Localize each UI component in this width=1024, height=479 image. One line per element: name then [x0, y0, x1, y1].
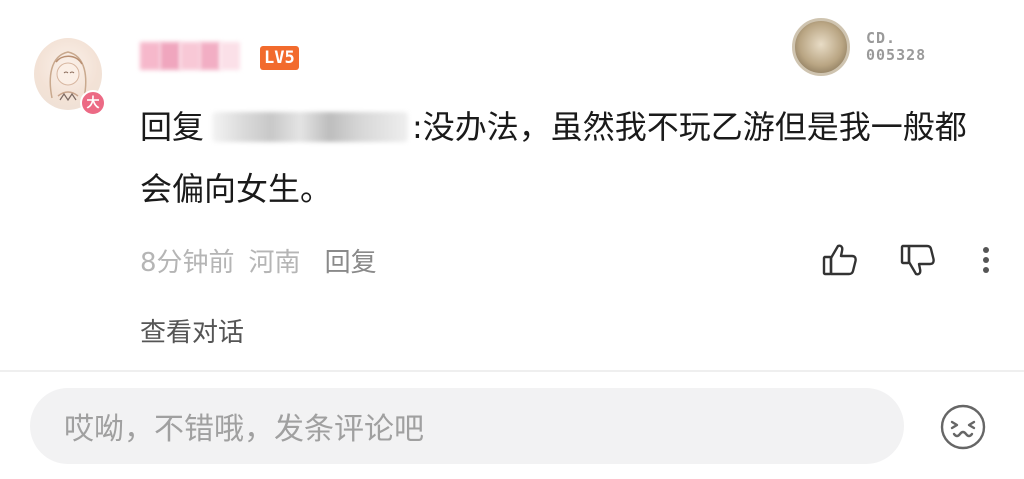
view-conversation-link[interactable]: 查看对话 — [140, 312, 244, 349]
comment-input-placeholder: 哎呦，不错哦，发条评论吧 — [64, 412, 424, 447]
medal-label-line1: CD. — [866, 29, 897, 47]
comment-meta: 8分钟前 河南 回复 — [140, 242, 377, 279]
level-badge: LV5 — [260, 46, 299, 70]
comment-card: 大 LV5 CD. 005328 回复:没办法，虽然我不玩乙游但是我一般都会偏向… — [0, 0, 1024, 370]
reply-button[interactable]: 回复 — [325, 242, 377, 279]
comment-location: 河南 — [248, 248, 301, 278]
emoji-face-icon[interactable] — [938, 402, 988, 452]
fan-medal-label: CD. 005328 — [866, 30, 926, 64]
more-vertical-icon[interactable] — [966, 240, 1006, 280]
medal-label-line2: 005328 — [866, 46, 927, 64]
divider — [0, 370, 1024, 372]
thumbs-up-icon[interactable] — [820, 240, 860, 280]
replied-user-blurred[interactable] — [212, 112, 409, 142]
avatar-badge: 大 — [80, 90, 106, 116]
fan-medal-image[interactable] — [792, 18, 850, 76]
reply-prefix: 回复 — [140, 108, 205, 146]
comment-text: 回复:没办法，虽然我不玩乙游但是我一般都会偏向女生。 — [140, 96, 980, 220]
comment-input[interactable]: 哎呦，不错哦，发条评论吧 — [30, 388, 904, 464]
comment-time: 8分钟前 — [140, 248, 235, 278]
username-blurred[interactable] — [140, 42, 240, 70]
thumbs-down-icon[interactable] — [898, 240, 938, 280]
